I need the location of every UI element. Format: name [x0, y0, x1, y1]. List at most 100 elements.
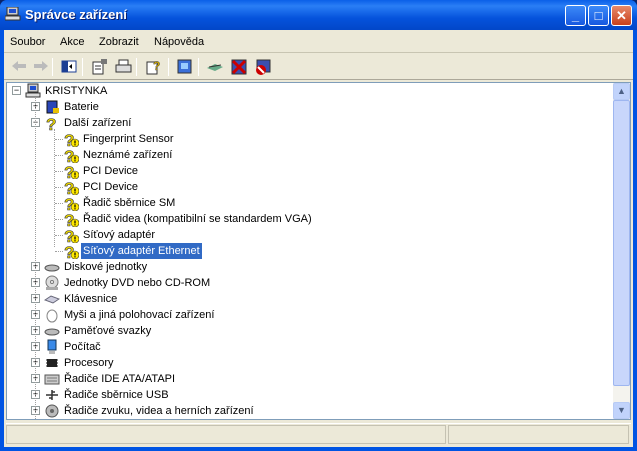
device-item[interactable]: ? Síťový adaptér: [7, 227, 607, 243]
category-item[interactable]: + Procesory: [7, 355, 607, 371]
category-item[interactable]: −? Další zařízení: [7, 115, 607, 131]
tree-line: [55, 139, 63, 140]
item-label: Baterie: [64, 101, 99, 113]
back-icon[interactable]: [10, 58, 28, 75]
window-title: Správce zařízení: [25, 7, 127, 22]
keyboard-icon: [44, 295, 60, 304]
device-item[interactable]: ? PCI Device: [7, 163, 607, 179]
toolbar-separator: [82, 58, 83, 76]
item-label: Řadiče IDE ATA/ATAPI: [64, 373, 176, 385]
scroll-thumb[interactable]: [613, 100, 630, 386]
tree-line: [55, 219, 63, 220]
menu-zobrazit[interactable]: Zobrazit: [99, 36, 139, 48]
tree-line: [35, 97, 36, 419]
tree-line: [55, 155, 63, 156]
help-icon[interactable]: ?: [144, 58, 162, 75]
cdrom-icon: [45, 275, 59, 290]
item-label: Fingerprint Sensor: [83, 133, 174, 145]
item-label: Jednotky DVD nebo CD-ROM: [64, 277, 211, 289]
item-label: PCI Device: [83, 181, 139, 193]
toolbar-separator: [52, 58, 53, 76]
category-item[interactable]: + Baterie: [7, 99, 607, 115]
category-item[interactable]: + Paměťové svazky: [7, 323, 607, 339]
item-label: PCI Device: [83, 165, 139, 177]
tree-line: [55, 235, 63, 236]
tree-line: [55, 251, 63, 252]
toolbar-separator: [198, 58, 199, 76]
selected-item-label: Síťový adaptér Ethernet: [80, 242, 203, 260]
device-item[interactable]: ? Řadič videa (kompatibilní se standardem…: [7, 211, 607, 227]
tree-line: [55, 171, 63, 172]
show-hide-tree-icon[interactable]: [60, 58, 78, 75]
usb-icon: [46, 390, 58, 400]
category-item[interactable]: + Myši a jiná polohovací zařízení: [7, 307, 607, 323]
toolbar-separator: [168, 58, 169, 76]
category-item[interactable]: + Klávesnice: [7, 291, 607, 307]
device-item[interactable]: ? Fingerprint Sensor: [7, 131, 607, 147]
device-tree[interactable]: + Baterie −? Další zařízení? Fingerprint Sen…: [6, 82, 631, 420]
toolbar-separator: [136, 58, 137, 76]
disable-icon[interactable]: [254, 58, 272, 75]
category-item[interactable]: + Řadiče IDE ATA/ATAPI: [7, 371, 607, 387]
category-item[interactable]: + Počítač: [7, 339, 607, 355]
device-item[interactable]: ? PCI Device: [7, 179, 607, 195]
volume-icon: [44, 328, 60, 336]
collapse-toggle[interactable]: −: [12, 86, 21, 95]
warning-device-icon: ?: [64, 211, 79, 227]
computer-icon: [25, 83, 41, 98]
item-label: Počítač: [64, 341, 101, 353]
status-pane: [448, 425, 629, 444]
item-label: Diskové jednotky: [64, 261, 148, 273]
computer-icon: [47, 339, 57, 354]
warning-device-icon: ?: [64, 243, 79, 259]
disk-icon: [44, 264, 60, 272]
warning-device-icon: ?: [64, 195, 79, 211]
status-bar: [6, 423, 631, 444]
menu-akce[interactable]: Akce: [60, 36, 84, 48]
maximize-button[interactable]: □: [588, 5, 609, 26]
scroll-up-button[interactable]: ▲: [613, 83, 630, 100]
print-icon[interactable]: [114, 58, 132, 75]
device-item[interactable]: ? Síťový adaptér Ethernet: [7, 242, 607, 260]
tree-root[interactable]: − KRISTYNKA: [7, 83, 607, 99]
category-item[interactable]: + Jednotky DVD nebo CD-ROM: [7, 275, 607, 291]
update-driver-icon[interactable]: [206, 58, 224, 75]
vertical-scrollbar[interactable]: ▲ ▼: [613, 83, 630, 419]
client-area: Soubor Akce Zobrazit Nápověda ? + Baterie…: [4, 30, 633, 447]
item-label: Myši a jiná polohovací zařízení: [64, 309, 215, 321]
close-button[interactable]: ✕: [611, 5, 632, 26]
mouse-icon: [46, 309, 58, 323]
menu-bar: Soubor Akce Zobrazit Nápověda: [4, 30, 633, 53]
title-bar[interactable]: Správce zařízení _ □ ✕: [0, 0, 637, 30]
item-label: Procesory: [64, 357, 114, 369]
menu-soubor[interactable]: Soubor: [10, 36, 45, 48]
category-item[interactable]: + Diskové jednotky: [7, 259, 607, 275]
svg-text:?: ?: [153, 59, 160, 73]
category-item[interactable]: + Řadiče sběrnice USB: [7, 387, 607, 403]
battery-icon: [46, 100, 59, 114]
tree-line: [55, 187, 63, 188]
item-label: Řadič videa (kompatibilní se standardem …: [83, 213, 312, 225]
scan-hardware-icon[interactable]: [176, 58, 194, 75]
sound-icon: [45, 404, 59, 418]
device-item[interactable]: ? Řadič sběrnice SM: [7, 195, 607, 211]
computer-icon: [5, 7, 21, 21]
status-pane: [6, 425, 446, 444]
scroll-down-button[interactable]: ▼: [613, 402, 630, 419]
menu-napoveda[interactable]: Nápověda: [154, 36, 204, 48]
device-item[interactable]: ? Neznámé zařízení: [7, 147, 607, 163]
unknown-device-icon: ?: [46, 115, 57, 131]
properties-icon[interactable]: [90, 58, 108, 75]
toolbar: ?: [4, 54, 633, 80]
ide-icon: [44, 374, 60, 385]
minimize-button[interactable]: _: [565, 5, 586, 26]
uninstall-icon[interactable]: [230, 58, 248, 75]
window: Správce zařízení _ □ ✕ Soubor Akce Zobra…: [0, 0, 637, 451]
item-label: Řadiče zvuku, videa a herních zařízení: [64, 405, 254, 417]
warning-device-icon: ?: [64, 163, 79, 179]
warning-device-icon: ?: [64, 131, 79, 147]
item-label: Další zařízení: [64, 117, 132, 129]
category-item[interactable]: + Řadiče zvuku, videa a herních zařízení: [7, 403, 607, 419]
item-label: Řadič sběrnice SM: [83, 197, 176, 209]
forward-icon[interactable]: [32, 58, 50, 75]
